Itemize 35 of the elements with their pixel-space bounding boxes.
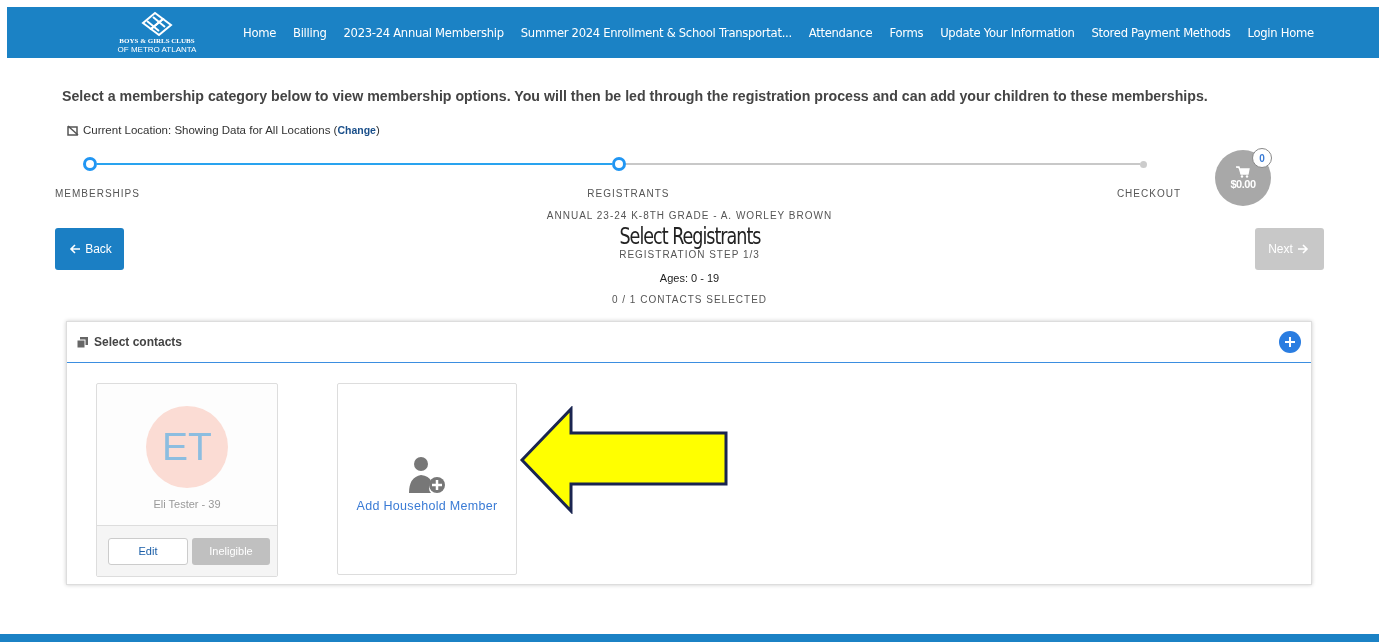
arrow-left-icon bbox=[69, 244, 82, 254]
edit-button[interactable]: Edit bbox=[108, 537, 188, 565]
nav-link[interactable]: Summer 2024 Enrollment & School Transportat... bbox=[520, 25, 792, 40]
nav-link[interactable]: Forms bbox=[889, 25, 924, 40]
intro-text: Select a membership category below to view membership options. You will then be led through the registration process and can add your children to these memberships. bbox=[62, 88, 1209, 104]
step-text: REGISTRATION STEP 1/3 bbox=[619, 249, 760, 260]
nav-link[interactable]: Billing bbox=[293, 25, 327, 40]
ages-text: Ages: 0 - 19 bbox=[659, 272, 720, 284]
add-member-card[interactable]: Add Household Member bbox=[337, 383, 517, 575]
add-person-icon bbox=[407, 455, 447, 495]
panel-title: Select contacts bbox=[94, 335, 183, 349]
contact-name: Eli Tester - 39 bbox=[153, 498, 221, 510]
program-name: ANNUAL 23-24 K-8TH GRADE - A. WORLEY BROWN bbox=[546, 210, 833, 221]
step-label: CHECKOUT bbox=[1116, 188, 1181, 199]
contacts-icon bbox=[77, 336, 88, 348]
change-link[interactable]: Change bbox=[337, 124, 376, 136]
cart-icon bbox=[1236, 166, 1250, 178]
nav-link[interactable]: Home bbox=[243, 25, 277, 40]
step-label: MEMBERSHIPS bbox=[55, 188, 140, 199]
arrow-right-icon bbox=[1296, 244, 1309, 254]
location-text: Current Location: Showing Data for All Locations (Change) bbox=[83, 124, 380, 136]
page-title: Select Registrants bbox=[619, 223, 760, 249]
selected-count: 0 / 1 CONTACTS SELECTED bbox=[611, 294, 768, 305]
add-icon[interactable] bbox=[1279, 331, 1301, 353]
avatar: ET bbox=[146, 406, 228, 488]
nav-link[interactable]: Login Home bbox=[1247, 25, 1314, 40]
nav-link[interactable]: Update Your Information bbox=[940, 25, 1075, 40]
nav-link[interactable]: Stored Payment Methods bbox=[1091, 25, 1231, 40]
logo-subtext: OF METRO ATLANTA bbox=[117, 45, 197, 54]
nav-link[interactable]: Attendance bbox=[808, 25, 873, 40]
cart-count-badge: 0 bbox=[1252, 148, 1272, 168]
location-icon bbox=[67, 124, 79, 136]
step-label: REGISTRANTS bbox=[587, 188, 670, 199]
back-button[interactable]: Back bbox=[55, 228, 124, 270]
nav-link[interactable]: 2023-24 Annual Membership bbox=[343, 25, 504, 40]
